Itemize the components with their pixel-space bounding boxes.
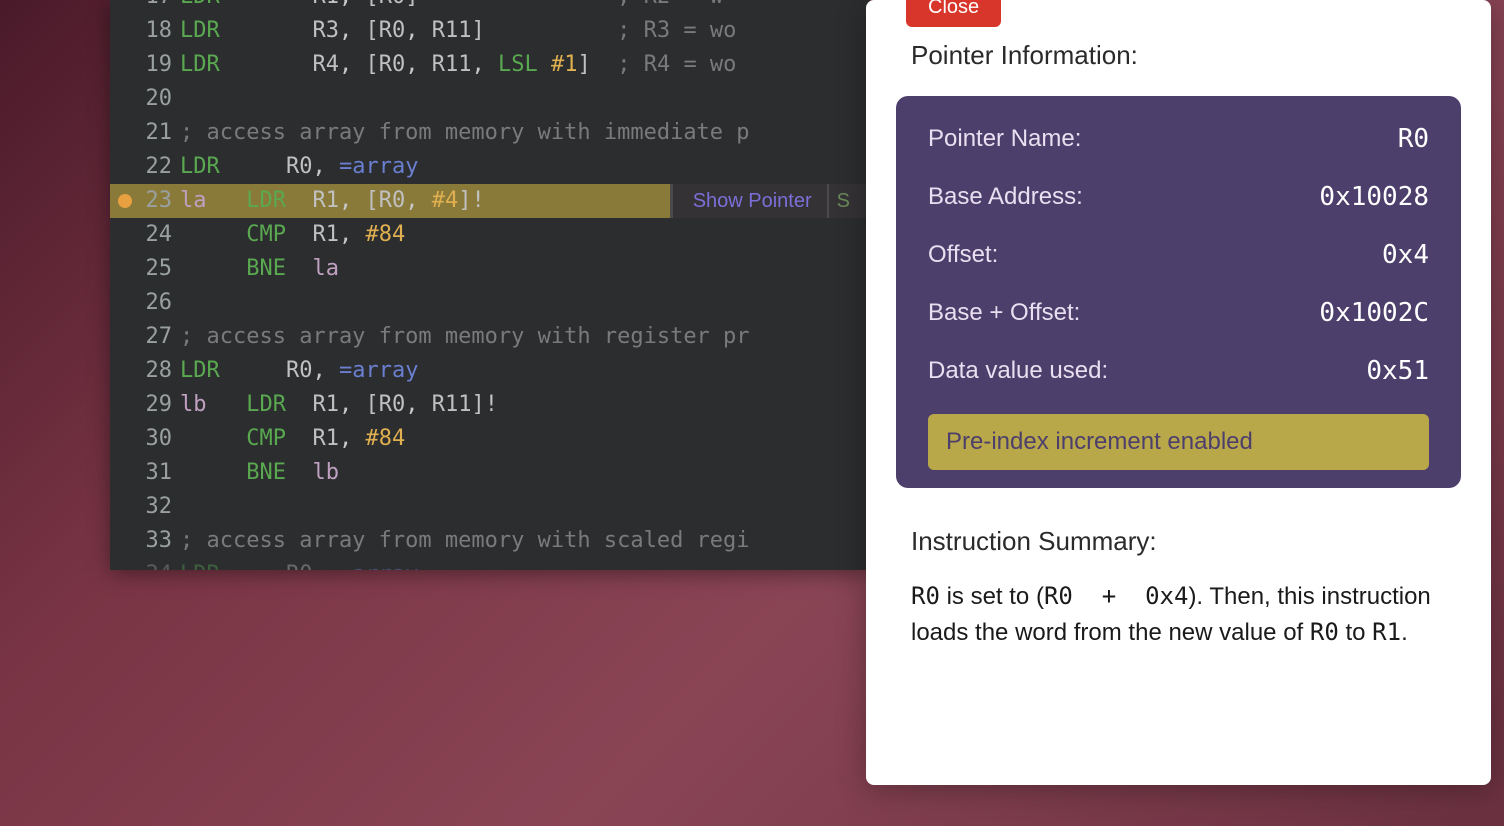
code-line[interactable]: 20 [110,82,870,116]
info-row: Data value used: 0x51 [928,356,1429,386]
info-label: Base Address: [928,183,1083,211]
pointer-info-heading: Pointer Information: [911,40,1491,71]
code-line[interactable]: 23la LDR R1, [R0, #4]!Show PointerS [110,184,870,218]
info-value: 0x4 [1382,240,1429,270]
line-number: 18 [140,14,180,48]
breakpoint-icon[interactable] [118,194,132,208]
info-row: Offset: 0x4 [928,240,1429,270]
info-label: Offset: [928,241,998,269]
code-text: LDR R0, =array [180,354,870,388]
instruction-summary-heading: Instruction Summary: [911,526,1491,557]
code-text: ; access array from memory with immediat… [180,116,870,150]
code-text: LDR R4, [R0, R11, LSL #1] ; R4 = wo [180,48,870,82]
line-number: 25 [140,252,180,286]
code-line[interactable]: 24 CMP R1, #84 [110,218,870,252]
code-text: LDR R1, [R0] ; R2 = w [180,0,870,14]
code-text: CMP R1, #84 [180,422,870,456]
code-line[interactable]: 17LDR R1, [R0] ; R2 = w [110,0,870,14]
line-number: 19 [140,48,180,82]
line-number: 21 [140,116,180,150]
info-label: Data value used: [928,357,1108,385]
code-line[interactable]: 31 BNE lb [110,456,870,490]
info-row: Base + Offset: 0x1002C [928,298,1429,328]
code-text: ; access array from memory with register… [180,320,870,354]
info-label: Base + Offset: [928,299,1080,327]
code-text: LDR R0, =array [180,150,870,184]
code-line[interactable]: 29lb LDR R1, [R0, R11]! [110,388,870,422]
instruction-summary-text: R0 is set to (R0 + 0x4). Then, this inst… [911,579,1446,651]
code-line[interactable]: 33; access array from memory with scaled… [110,524,870,558]
code-text: ; access array from memory with scaled r… [180,524,870,558]
code-line[interactable]: 30 CMP R1, #84 [110,422,870,456]
line-number: 30 [140,422,180,456]
code-line[interactable]: 34LDR R0, =array [110,558,870,570]
close-button[interactable]: Close [906,0,1001,27]
code-line[interactable]: 22LDR R0, =array [110,150,870,184]
code-editor[interactable]: 17LDR R1, [R0] ; R2 = w18LDR R3, [R0, R1… [110,0,870,570]
info-row: Base Address: 0x10028 [928,182,1429,212]
code-line[interactable]: 26 [110,286,870,320]
code-line[interactable]: 19LDR R4, [R0, R11, LSL #1] ; R4 = wo [110,48,870,82]
line-number: 26 [140,286,180,320]
line-number: 33 [140,524,180,558]
info-label: Pointer Name: [928,125,1081,153]
line-number: 32 [140,490,180,524]
info-value: R0 [1398,124,1429,154]
code-line[interactable]: 25 BNE la [110,252,870,286]
code-line[interactable]: 32 [110,490,870,524]
code-line[interactable]: 18LDR R3, [R0, R11] ; R3 = wo [110,14,870,48]
info-value: 0x51 [1366,356,1429,386]
code-line[interactable]: 27; access array from memory with regist… [110,320,870,354]
code-text: lb LDR R1, [R0, R11]! [180,388,870,422]
line-number: 29 [140,388,180,422]
line-number: 27 [140,320,180,354]
info-row: Pointer Name: R0 [928,124,1429,154]
info-value: 0x10028 [1319,182,1429,212]
code-line[interactable]: 21; access array from memory with immedi… [110,116,870,150]
code-text: LDR R0, =array [180,558,870,570]
code-text: CMP R1, #84 [180,218,870,252]
code-text: LDR R3, [R0, R11] ; R3 = wo [180,14,870,48]
info-value: 0x1002C [1319,298,1429,328]
code-text: BNE la [180,252,870,286]
line-number: 34 [140,558,180,570]
line-number: 23 [140,184,180,218]
line-number: 28 [140,354,180,388]
pointer-info-panel: Close Pointer Information: Pointer Name:… [866,0,1491,785]
code-line[interactable]: 28LDR R0, =array [110,354,870,388]
line-number: 31 [140,456,180,490]
line-number: 17 [140,0,180,14]
code-text: BNE lb [180,456,870,490]
breakpoint-gutter[interactable] [110,194,140,208]
pre-index-badge: Pre-index increment enabled [928,414,1429,470]
line-number: 24 [140,218,180,252]
show-pointer-button[interactable]: Show PointerS [670,184,870,218]
pointer-info-card: Pointer Name: R0 Base Address: 0x10028 Offse… [896,96,1461,488]
line-number: 22 [140,150,180,184]
line-number: 20 [140,82,180,116]
